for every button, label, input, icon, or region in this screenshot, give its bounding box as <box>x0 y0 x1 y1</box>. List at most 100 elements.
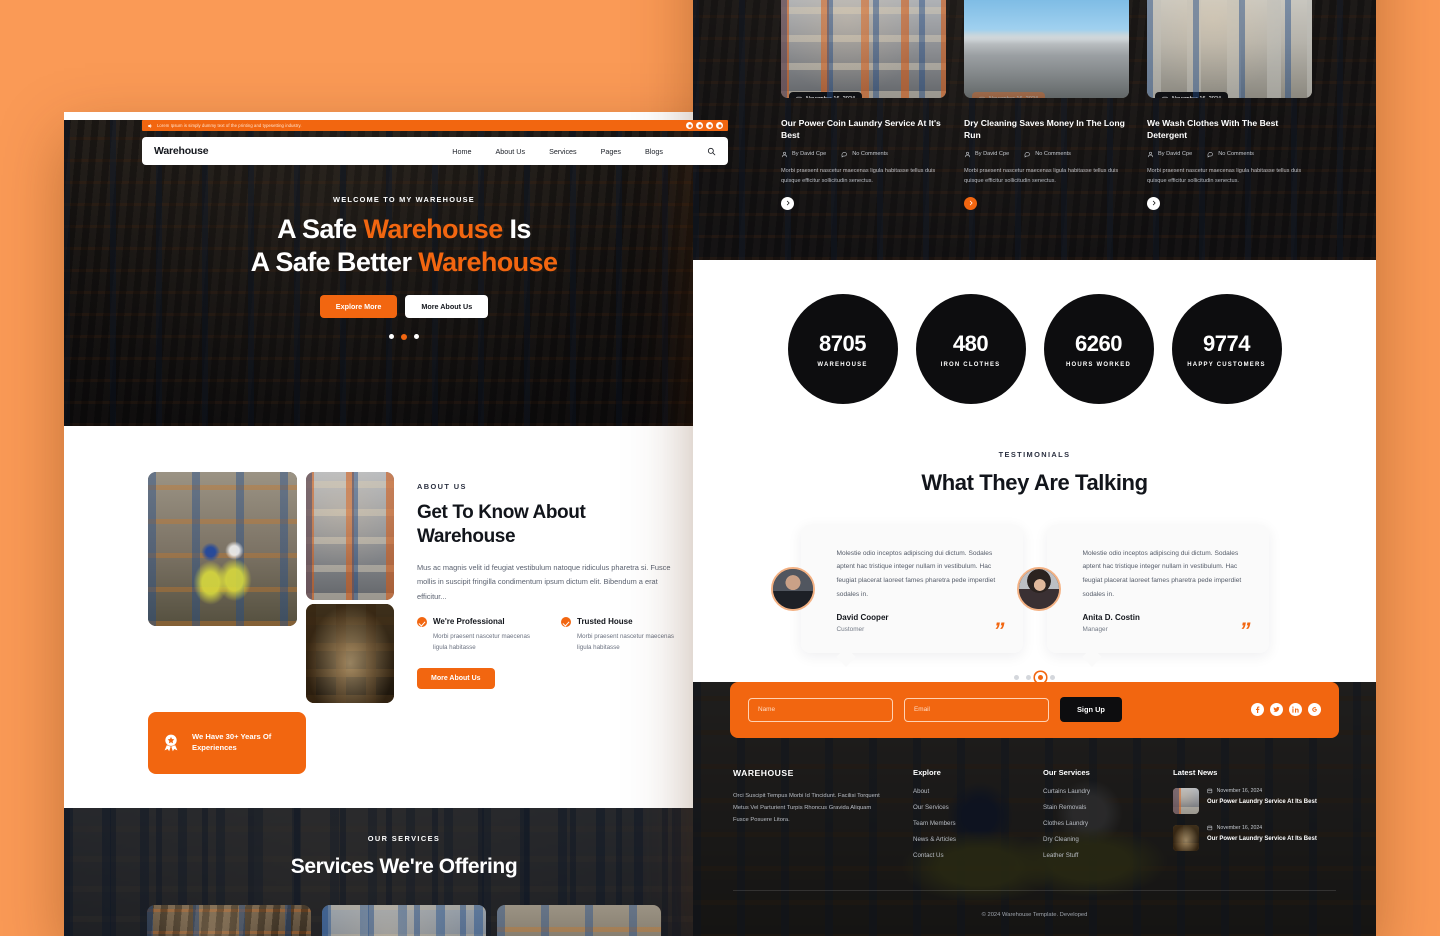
footer-link[interactable]: Curtains Laundry <box>1043 788 1147 795</box>
calendar-icon <box>1207 788 1213 794</box>
blog-section: November 16, 2024 Our Power Coin Laundry… <box>693 0 1376 260</box>
footer-link[interactable]: Contact Us <box>913 852 1017 859</box>
footer-link[interactable]: Dry Cleaning <box>1043 836 1147 843</box>
testimonial-dot-3-active[interactable] <box>1038 674 1043 680</box>
hero-slider-dots[interactable] <box>64 333 744 340</box>
newsletter-social-links <box>1251 703 1321 717</box>
service-card[interactable] <box>147 905 311 936</box>
blog-title[interactable]: Our Power Coin Laundry Service At It's B… <box>781 117 946 142</box>
about-title: Get To Know About Warehouse <box>417 502 586 547</box>
speaker-icon <box>148 123 152 128</box>
announcement-text: Lorem Ipsum is simply dummy text of the … <box>157 123 302 128</box>
sign-up-button[interactable]: Sign Up <box>1060 697 1122 723</box>
nav-item-home[interactable]: Home <box>452 147 471 156</box>
calendar-icon <box>1162 96 1168 98</box>
facebook-icon[interactable] <box>1251 703 1264 717</box>
footer-link[interactable]: Stain Removals <box>1043 804 1147 811</box>
footer-news-item[interactable]: November 16, 2024 Our Power Laundry Serv… <box>1173 824 1323 851</box>
blog-date-text: November 16, 2024 <box>1172 96 1221 98</box>
blog-date-badge: November 16, 2024 <box>972 92 1046 98</box>
chevron-right-icon <box>786 200 789 206</box>
counter-label: IRON CLOTHES <box>940 361 1001 368</box>
testimonial-quote: Molestie odio inceptos adipiscing dui di… <box>836 549 996 599</box>
blog-read-more-button[interactable] <box>1147 196 1160 210</box>
blog-author-text: By David Cpe <box>1158 151 1193 158</box>
nav-item-services[interactable]: Services <box>549 147 577 156</box>
about-more-button[interactable]: More About Us <box>417 667 495 689</box>
blog-thumbnail: November 16, 2024 <box>781 0 946 98</box>
copyright-text: © 2024 Warehouse Template. Developed <box>981 911 1088 918</box>
blog-card[interactable]: November 16, 2024 Our Power Coin Laundry… <box>781 0 946 210</box>
blog-read-more-button[interactable] <box>781 196 794 210</box>
user-icon <box>781 151 788 158</box>
hero-title-highlight: Warehouse <box>418 246 558 277</box>
service-card[interactable] <box>497 905 661 936</box>
twitter-icon[interactable] <box>1270 703 1283 717</box>
google-icon[interactable] <box>1308 703 1321 717</box>
footer-link[interactable]: About <box>913 788 1017 795</box>
blog-title[interactable]: Dry Cleaning Saves Money In The Long Run <box>964 117 1129 142</box>
user-icon <box>964 151 971 158</box>
blog-author-text: By David Cpe <box>792 151 827 158</box>
blog-author: By David Cpe <box>781 151 826 158</box>
hero-title-highlight: Warehouse <box>363 214 503 244</box>
counter-label: WAREHOUSE <box>817 361 868 368</box>
facebook-icon[interactable] <box>686 122 693 129</box>
footer-link[interactable]: Clothes Laundry <box>1043 820 1147 827</box>
blog-cards: November 16, 2024 Our Power Coin Laundry… <box>693 0 1376 210</box>
footer-link[interactable]: Team Members <box>913 820 1017 827</box>
service-cards <box>64 905 744 936</box>
about-image-row <box>148 472 394 703</box>
footer-news-title[interactable]: Our Power Laundry Service At Its Best <box>1207 835 1317 844</box>
footer-description: Orci Suscipit Tempus Morbi Id Tincidunt.… <box>733 792 880 824</box>
blog-card[interactable]: November 16, 2024 Dry Cleaning Saves Mon… <box>964 0 1129 210</box>
footer-link[interactable]: News & Articles <box>913 836 1017 843</box>
service-card-image <box>322 905 486 936</box>
linkedin-icon[interactable] <box>1289 703 1302 717</box>
brand-logo[interactable]: Warehouse <box>154 145 209 157</box>
testimonial-dot-1[interactable] <box>1014 674 1019 680</box>
slider-dot-1[interactable] <box>389 333 394 339</box>
footer-news-item[interactable]: November 16, 2024 Our Power Laundry Serv… <box>1173 787 1323 814</box>
footer-news-thumbnail <box>1173 787 1199 814</box>
counter-item: 480 IRON CLOTHES <box>915 294 1026 404</box>
testimonial-dot-2[interactable] <box>1026 674 1031 680</box>
blog-title[interactable]: We Wash Clothes With The Best Detergent <box>1147 117 1312 142</box>
testimonial-dot-4[interactable] <box>1050 674 1055 680</box>
testimonials-header: TESTIMONIALS What They Are Talking <box>693 450 1376 497</box>
blog-comments: No Comments <box>1207 151 1254 158</box>
footer-link[interactable]: Our Services <box>913 804 1017 811</box>
newsletter-email-input[interactable] <box>904 697 1049 722</box>
footer-brand-column: WAREHOUSE Orci Suscipit Tempus Morbi Id … <box>733 768 887 868</box>
service-card[interactable] <box>322 905 486 936</box>
footer-explore-heading: Explore <box>913 767 941 777</box>
nav-item-blogs[interactable]: Blogs <box>645 147 663 156</box>
footer-news-date: November 16, 2024 <box>1207 788 1317 794</box>
feature-title: Trusted House <box>577 617 633 627</box>
blog-card[interactable]: November 16, 2024 We Wash Clothes With T… <box>1147 0 1312 210</box>
blog-date-text: November 16, 2024 <box>806 96 855 98</box>
explore-more-button[interactable]: Explore More <box>319 294 398 318</box>
more-about-us-button[interactable]: More About Us <box>405 294 489 318</box>
footer-news-heading: Latest News <box>1173 767 1218 777</box>
counter-label: HAPPY CUSTOMERS <box>1187 361 1266 368</box>
blog-excerpt: Morbi praesent nascetur maecenas ligula … <box>1147 167 1302 185</box>
slider-dot-3[interactable] <box>414 333 419 339</box>
hero-title: A Safe Warehouse Is A Safe Better Wareho… <box>64 213 744 279</box>
testimonial-name: Anita D. Costin <box>1082 612 1140 622</box>
nav-item-pages[interactable]: Pages <box>601 147 621 156</box>
blog-comments-text: No Comments <box>1035 151 1071 158</box>
about-main-photo <box>148 472 297 626</box>
blog-author-text: By David Cpe <box>975 151 1010 158</box>
footer-link[interactable]: Leather Stuff <box>1043 852 1147 859</box>
nav-item-about[interactable]: About Us <box>495 147 525 156</box>
about-features: We're Professional Morbi praesent nascet… <box>417 616 679 654</box>
newsletter-name-input[interactable] <box>748 697 893 722</box>
blog-date-badge: November 16, 2024 <box>789 92 863 98</box>
comment-icon <box>841 152 848 158</box>
footer-news-title[interactable]: Our Power Laundry Service At Its Best <box>1207 798 1317 807</box>
services-section: OUR SERVICES Services We're Offering <box>64 808 744 936</box>
blog-read-more-button[interactable] <box>964 196 977 210</box>
about-image-gallery: We Have 30+ Years Of Experiences <box>148 472 394 774</box>
slider-dot-2-active[interactable] <box>401 333 407 340</box>
